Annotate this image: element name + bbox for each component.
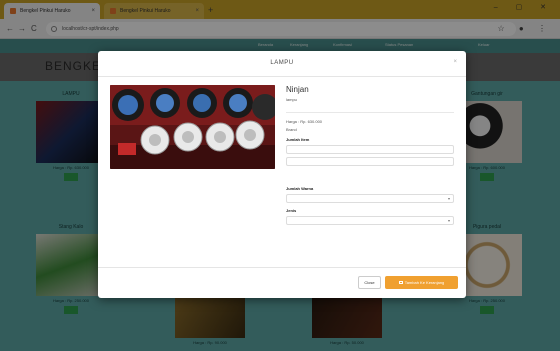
chevron-down-icon: ▾ [447, 196, 450, 201]
product-modal: LAMPU × Ninjan lampu Harga : Rp. 630.000… [98, 51, 466, 298]
cart-icon [398, 281, 403, 284]
variant-label: Jumlah Warna [286, 186, 314, 191]
add-to-cart-button[interactable]: Tambah Ke Keranjang [385, 276, 458, 289]
modal-footer: Close Tambah Ke Keranjang [98, 267, 466, 298]
quantity-input[interactable] [286, 145, 454, 154]
type-select[interactable]: ▾ [286, 216, 454, 225]
product-subtitle: lampu [286, 97, 297, 102]
chevron-down-icon: ▾ [447, 218, 450, 223]
product-photo [110, 85, 275, 169]
variant-select[interactable]: ▾ [286, 194, 454, 203]
close-button[interactable]: Close [358, 276, 381, 289]
product-price: Harga : Rp. 630.000 [286, 119, 323, 124]
add-to-cart-label: Tambah Ke Keranjang [404, 280, 445, 285]
product-status: Brand [286, 127, 297, 132]
product-name: Ninjan [286, 85, 309, 94]
divider [286, 112, 454, 113]
notes-input[interactable] [286, 157, 454, 166]
quantity-label: Jumlah Item [286, 137, 310, 142]
modal-title: LAMPU [270, 60, 294, 66]
modal-header: LAMPU × [98, 51, 466, 77]
type-label: Jenis [286, 208, 297, 213]
product-details: Ninjan lampu Harga : Rp. 630.000 Brand J… [286, 85, 454, 225]
close-icon[interactable]: × [453, 59, 457, 65]
